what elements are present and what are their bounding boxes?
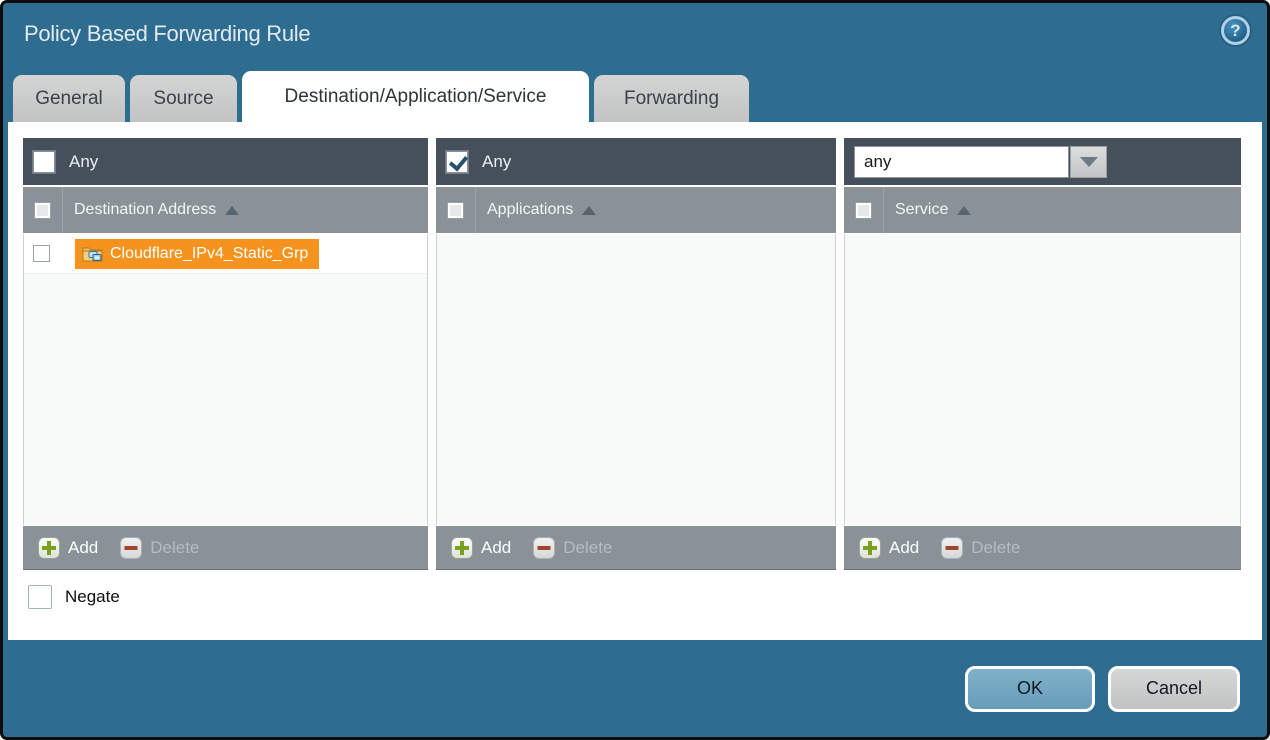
tab-general[interactable]: General	[13, 75, 125, 122]
tab-forwarding[interactable]: Forwarding	[594, 75, 749, 122]
service-dropdown	[854, 146, 1107, 178]
dialog-footer: OK Cancel	[3, 640, 1267, 737]
service-dropdown-input[interactable]	[854, 146, 1069, 178]
service-dropdown-bar	[844, 138, 1241, 185]
delete-icon	[533, 537, 555, 559]
applications-list	[436, 234, 836, 525]
applications-column-header[interactable]: Applications	[436, 187, 836, 233]
header-divider	[62, 187, 63, 233]
delete-label: Delete	[150, 538, 199, 558]
service-list-footer: Add Delete	[844, 526, 1241, 570]
policy-forwarding-dialog: Policy Based Forwarding Rule ? General S…	[0, 0, 1270, 740]
applications-panel: Any Applications Add Delete	[436, 138, 836, 570]
destination-delete-button[interactable]: Delete	[120, 537, 199, 559]
tab-bar: General Source Destination/Application/S…	[13, 71, 749, 122]
add-icon	[38, 537, 60, 559]
sort-asc-icon	[582, 206, 596, 215]
destination-any-checkbox[interactable]	[33, 151, 55, 173]
applications-any-checkbox[interactable]	[446, 151, 468, 173]
titlebar: Policy Based Forwarding Rule ? General S…	[3, 3, 1267, 122]
destination-list: Cloudflare_IPv4_Static_Grp	[23, 234, 428, 525]
service-header-label: Service	[895, 201, 948, 219]
destination-row-label: Cloudflare_IPv4_Static_Grp	[110, 245, 308, 263]
delete-icon	[120, 537, 142, 559]
destination-row-chip[interactable]: Cloudflare_IPv4_Static_Grp	[75, 239, 319, 269]
destination-row-checkbox[interactable]	[33, 245, 50, 262]
cancel-button[interactable]: Cancel	[1108, 666, 1240, 712]
destination-address-panel: Any Destination Address	[23, 138, 428, 570]
header-divider	[883, 187, 884, 233]
applications-any-label: Any	[482, 152, 511, 172]
service-panel: Service Add Delete	[844, 138, 1241, 570]
add-icon	[451, 537, 473, 559]
add-label: Add	[68, 538, 98, 558]
applications-list-footer: Add Delete	[436, 526, 836, 570]
applications-header-label: Applications	[487, 201, 573, 219]
destination-any-bar: Any	[23, 138, 428, 185]
destination-any-label: Any	[69, 152, 98, 172]
service-dropdown-button[interactable]	[1070, 146, 1107, 178]
delete-icon	[941, 537, 963, 559]
destination-column-header[interactable]: Destination Address	[23, 187, 428, 233]
negate-row: Negate	[8, 570, 1262, 609]
destination-add-button[interactable]: Add	[38, 537, 98, 559]
service-select-all-checkbox[interactable]	[855, 202, 872, 219]
destination-row[interactable]: Cloudflare_IPv4_Static_Grp	[24, 234, 427, 274]
ok-button[interactable]: OK	[965, 666, 1095, 712]
sort-asc-icon	[225, 206, 239, 215]
add-label: Add	[889, 538, 919, 558]
service-list	[844, 234, 1241, 525]
applications-add-button[interactable]: Add	[451, 537, 511, 559]
delete-label: Delete	[971, 538, 1020, 558]
applications-any-bar: Any	[436, 138, 836, 185]
applications-delete-button[interactable]: Delete	[533, 537, 612, 559]
chevron-down-icon	[1080, 157, 1098, 167]
negate-label: Negate	[65, 587, 120, 607]
service-delete-button[interactable]: Delete	[941, 537, 1020, 559]
tab-content: Any Destination Address	[8, 122, 1262, 640]
destination-header-label: Destination Address	[74, 201, 216, 219]
selector-columns: Any Destination Address	[8, 122, 1262, 570]
service-add-button[interactable]: Add	[859, 537, 919, 559]
destination-list-footer: Add Delete	[23, 526, 428, 570]
sort-asc-icon	[957, 206, 971, 215]
negate-checkbox[interactable]	[28, 585, 52, 609]
delete-label: Delete	[563, 538, 612, 558]
service-column-header[interactable]: Service	[844, 187, 1241, 233]
add-label: Add	[481, 538, 511, 558]
address-group-icon	[82, 245, 103, 262]
help-icon[interactable]: ?	[1221, 16, 1250, 45]
applications-select-all-checkbox[interactable]	[447, 202, 464, 219]
tab-destination-application-service[interactable]: Destination/Application/Service	[242, 71, 589, 122]
add-icon	[859, 537, 881, 559]
destination-select-all-checkbox[interactable]	[34, 202, 51, 219]
tab-source[interactable]: Source	[130, 75, 237, 122]
dialog-title: Policy Based Forwarding Rule	[24, 21, 310, 47]
header-divider	[475, 187, 476, 233]
